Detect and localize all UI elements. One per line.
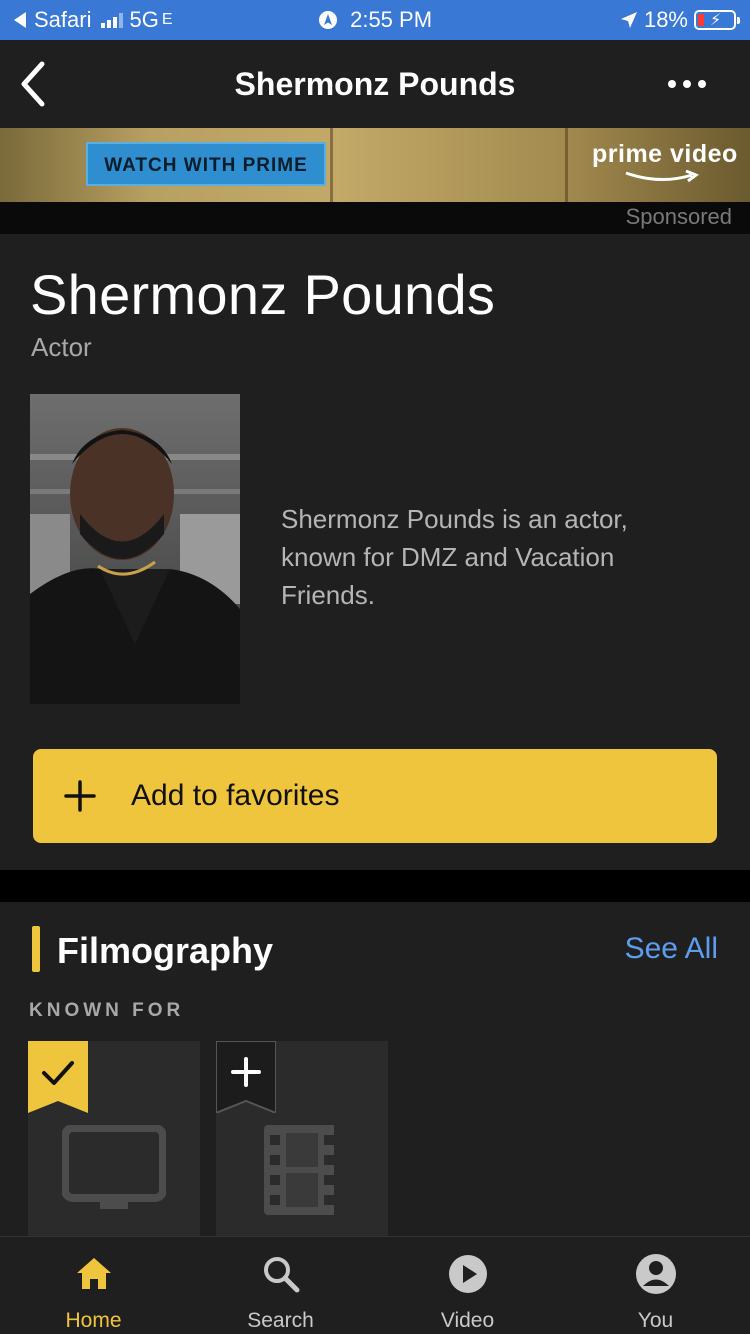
home-icon	[77, 1258, 111, 1289]
battery-percent: 18%	[643, 7, 688, 32]
tv-icon	[62, 1125, 166, 1209]
tab-video[interactable]: Video	[374, 1237, 561, 1334]
watch-with-prime-button[interactable]: WATCH WITH PRIME	[86, 142, 326, 186]
prime-video-brand: prime video	[592, 140, 738, 168]
person-role: Actor	[31, 332, 92, 362]
battery-icon: ⚡	[694, 10, 740, 30]
play-icon	[449, 1255, 487, 1293]
add-to-favorites-label: Add to favorites	[131, 779, 340, 812]
watchlist-add-ribbon-icon[interactable]	[216, 1041, 276, 1113]
tab-you[interactable]: You	[562, 1237, 749, 1334]
tab-search[interactable]: Search	[187, 1237, 374, 1334]
tab-search-label: Search	[247, 1309, 314, 1332]
filmography-section: Filmography See All KNOWN FOR	[0, 902, 750, 1242]
status-time: 2:55 PM	[350, 7, 433, 32]
ellipsis-icon[interactable]	[668, 80, 706, 88]
search-icon	[264, 1257, 300, 1293]
app-nav-bar: Shermonz Pounds	[0, 40, 750, 128]
tab-you-label: You	[637, 1309, 674, 1332]
status-bar: Safari 5G E 2:55 PM 18% ⚡	[0, 0, 750, 40]
tab-home-label: Home	[65, 1309, 122, 1332]
sponsored-label: Sponsored	[625, 204, 732, 229]
nav-title: Shermonz Pounds	[234, 66, 516, 102]
sponsored-strip: Sponsored	[0, 202, 750, 234]
person-bio: Shermonz Pounds is an actor, known for D…	[281, 504, 628, 610]
prime-video-logo: prime video	[592, 140, 742, 190]
film-icon	[264, 1125, 334, 1215]
status-right: 18% ⚡	[620, 7, 740, 33]
ad-banner[interactable]: WATCH WITH PRIME prime video	[0, 128, 750, 202]
person-photo[interactable]	[30, 394, 240, 704]
person-name: Shermonz Pounds	[30, 263, 496, 326]
filmography-heading: Filmography	[57, 930, 274, 971]
tab-video-label: Video	[440, 1309, 495, 1332]
section-divider	[0, 870, 750, 902]
plus-icon	[64, 780, 96, 812]
navigation-status-icon	[318, 11, 337, 29]
known-for-card[interactable]	[28, 1041, 200, 1241]
location-arrow-icon	[620, 12, 637, 28]
tab-home[interactable]: Home	[0, 1237, 187, 1334]
known-for-card[interactable]	[216, 1041, 388, 1241]
see-all-link[interactable]: See All	[625, 932, 718, 966]
add-to-favorites-button[interactable]: Add to favorites	[33, 749, 717, 843]
bottom-tab-bar: Home Search Video You	[0, 1236, 750, 1334]
person-header: Shermonz Pounds Actor Shermonz Pounds is…	[0, 234, 750, 870]
section-accent-bar	[32, 926, 40, 972]
user-icon	[636, 1254, 676, 1294]
known-for-label: KNOWN FOR	[29, 1000, 185, 1021]
watchlist-added-ribbon-icon[interactable]	[28, 1041, 88, 1113]
